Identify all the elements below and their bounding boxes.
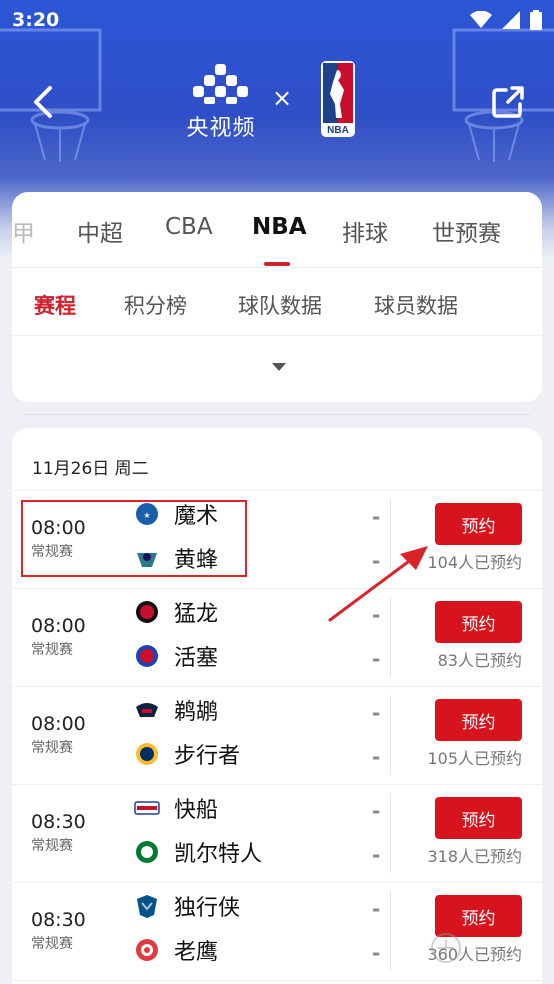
tab-csl[interactable]: 中超 xyxy=(77,214,123,248)
match-type: 常规赛 xyxy=(31,642,73,658)
divider xyxy=(390,891,391,971)
home-score: - xyxy=(372,701,381,725)
away-team-name: 步行者 xyxy=(174,744,241,769)
watermark-icon xyxy=(431,933,461,963)
match-type: 常规赛 xyxy=(31,838,73,854)
reserve-count: 105人已预约 xyxy=(427,749,522,768)
home-team-name: 独行侠 xyxy=(174,896,241,921)
raptors-logo-icon xyxy=(136,601,158,623)
home-team: 独行侠 xyxy=(134,891,240,921)
divider xyxy=(390,793,391,873)
annotation-highlight-box xyxy=(21,500,247,577)
divider xyxy=(24,414,530,415)
times-symbol: × xyxy=(272,84,293,112)
home-team: 猛龙 xyxy=(134,597,218,627)
tab-team-stats[interactable]: 球队数据 xyxy=(238,290,322,320)
home-score: - xyxy=(372,799,381,823)
hawks-logo-icon xyxy=(136,939,158,961)
home-team-name: 快船 xyxy=(174,798,219,823)
match-time: 08:30 xyxy=(31,811,86,833)
away-score: - xyxy=(372,647,381,671)
reserve-count: 83人已预约 xyxy=(437,651,522,670)
match-row[interactable]: 08:30 常规赛 快船 凯尔特人 - - 预约 318人已预约 xyxy=(12,785,542,883)
tab-volleyball[interactable]: 排球 xyxy=(342,214,388,248)
signal-icon xyxy=(502,11,520,29)
reserve-count: 104人已预约 xyxy=(427,553,522,572)
reserve-button[interactable]: 预约 xyxy=(435,797,522,839)
top-nav: 央视频 × NBA xyxy=(0,56,554,146)
away-team-name: 活塞 xyxy=(174,646,219,671)
home-team-name: 鹈鹕 xyxy=(174,700,219,725)
status-time: 3:20 xyxy=(12,9,60,31)
match-time: 08:30 xyxy=(31,909,86,931)
match-type: 常规赛 xyxy=(31,740,73,756)
mavericks-logo-icon xyxy=(137,895,157,918)
expand-caret-icon[interactable] xyxy=(270,360,288,372)
away-team: 步行者 xyxy=(134,739,240,769)
reserve-button[interactable]: 预约 xyxy=(435,699,522,741)
annotation-arrow-icon xyxy=(328,546,428,622)
nba-logo: NBA xyxy=(321,61,355,137)
tab-nba[interactable]: NBA xyxy=(252,214,307,240)
wifi-icon xyxy=(470,11,492,28)
tab-cba[interactable]: CBA xyxy=(165,214,213,240)
tab-player-stats[interactable]: 球员数据 xyxy=(374,290,458,320)
share-icon[interactable] xyxy=(488,82,528,122)
reserve-count: 318人已预约 xyxy=(427,847,522,866)
away-team-name: 老鹰 xyxy=(174,940,219,965)
reserve-button[interactable]: 预约 xyxy=(435,601,522,643)
match-row[interactable]: 08:00 常规赛 鹈鹕 步行者 - - 预约 105人已预约 xyxy=(12,687,542,785)
cctv-logo: 央视频 xyxy=(186,64,256,142)
match-time: 08:00 xyxy=(31,713,86,735)
home-score: - xyxy=(372,505,381,529)
divider xyxy=(390,695,391,775)
status-bar: 3:20 xyxy=(0,0,554,40)
match-type: 常规赛 xyxy=(31,936,73,952)
home-team-name: 猛龙 xyxy=(174,602,219,627)
tab-world-qualifiers[interactable]: 世预赛 xyxy=(432,214,501,248)
away-team: 老鹰 xyxy=(134,935,218,965)
back-arrow-icon[interactable] xyxy=(26,82,62,122)
pistons-logo-icon xyxy=(136,645,158,667)
away-team-name: 凯尔特人 xyxy=(174,842,263,867)
battery-icon xyxy=(530,10,542,30)
home-team: 鹈鹕 xyxy=(134,695,218,725)
tab-schedule[interactable]: 赛程 xyxy=(34,290,76,320)
sub-tab-bar: 赛程 积分榜 球队数据 球员数据 xyxy=(12,268,542,336)
home-team: 快船 xyxy=(134,793,218,823)
away-score: - xyxy=(372,745,381,769)
away-team: 活塞 xyxy=(134,641,218,671)
reserve-button[interactable]: 预约 xyxy=(435,503,522,545)
away-score: - xyxy=(372,941,381,965)
nba-logo-text: NBA xyxy=(327,125,349,136)
category-card: 甲 中超 CBA NBA 排球 世预赛 赛程 积分榜 球队数据 球员数据 xyxy=(12,192,542,402)
match-time: 08:00 xyxy=(31,615,86,637)
away-team: 凯尔特人 xyxy=(134,837,262,867)
active-tab-indicator xyxy=(264,262,290,266)
match-row[interactable]: 08:00 常规赛 猛龙 活塞 - - 预约 83人已预约 xyxy=(12,589,542,687)
sport-tab-bar: 甲 中超 CBA NBA 排球 世预赛 xyxy=(12,192,542,268)
pelicans-logo-icon xyxy=(136,703,158,717)
tab-jia[interactable]: 甲 xyxy=(12,214,35,248)
clippers-logo-icon xyxy=(134,801,160,815)
cctv-dots-icon xyxy=(193,64,248,104)
date-header: 11月26日 周二 xyxy=(32,459,149,479)
status-icons xyxy=(470,10,542,30)
pacers-logo-icon xyxy=(136,743,158,765)
tab-standings[interactable]: 积分榜 xyxy=(124,290,187,320)
home-score: - xyxy=(372,897,381,921)
away-score: - xyxy=(372,843,381,867)
cctv-label: 央视频 xyxy=(186,116,256,141)
celtics-logo-icon xyxy=(136,841,158,863)
